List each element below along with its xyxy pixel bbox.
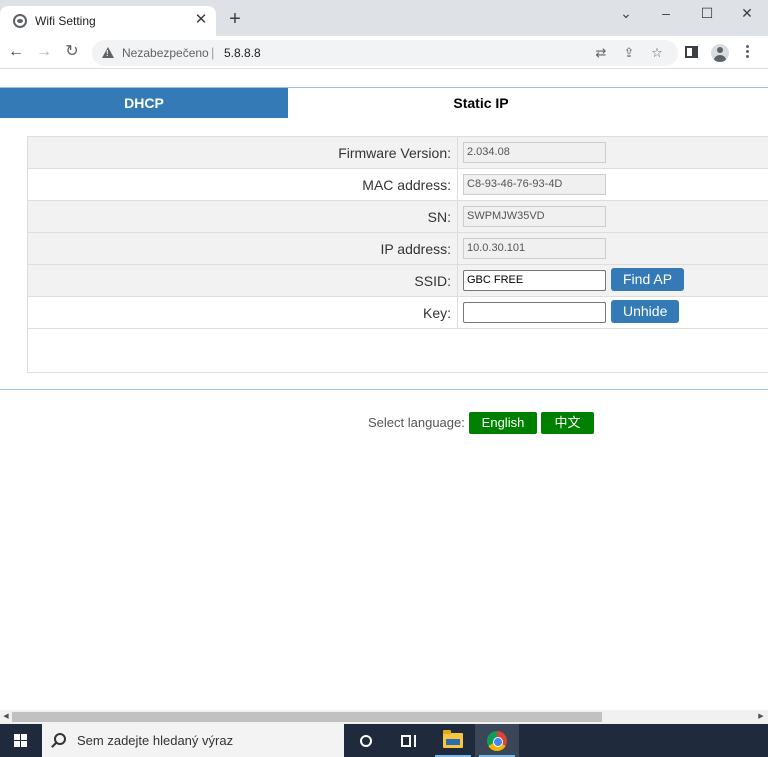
search-placeholder: Sem zadejte hledaný výraz: [77, 733, 234, 748]
url-separator: |: [211, 45, 215, 60]
side-panel-icon[interactable]: [685, 46, 698, 58]
tab-search-icon[interactable]: ⌄: [606, 0, 646, 28]
tab-dhcp[interactable]: DHCP: [0, 88, 288, 118]
task-view-button[interactable]: [387, 724, 431, 757]
browser-toolbar: ← → ↻ Nezabezpečeno | 5.8.8.8 ⇄ ⇪ ☆: [0, 36, 768, 69]
scroll-left-icon[interactable]: ◀: [0, 711, 12, 723]
address-bar[interactable]: Nezabezpečeno | 5.8.8.8 ⇄ ⇪ ☆: [92, 40, 678, 66]
tab-close-icon[interactable]: ✕: [193, 11, 209, 29]
cortana-button[interactable]: [344, 724, 388, 757]
security-status[interactable]: Nezabezpečeno: [122, 46, 209, 60]
row-mac-address: MAC address: C8-93-46-76-93-4D: [28, 169, 768, 201]
key-label: Key:: [28, 297, 458, 329]
folder-icon: [443, 730, 463, 748]
close-window-button[interactable]: ✕: [727, 0, 767, 28]
sn-label: SN:: [28, 201, 458, 233]
browser-tabstrip: Wifi Setting ✕ + ⌄ – ☐ ✕: [0, 0, 768, 36]
share-icon[interactable]: ⇪: [620, 44, 638, 62]
language-label: Select language:: [368, 415, 465, 430]
new-tab-button[interactable]: +: [225, 9, 245, 29]
row-ip-address: IP address: 10.0.30.101: [28, 233, 768, 265]
ssid-label: SSID:: [28, 265, 458, 297]
mac-label: MAC address:: [28, 169, 458, 201]
chrome-icon: [487, 731, 507, 751]
bottom-divider: [0, 389, 768, 390]
forward-arrow-icon[interactable]: →: [33, 41, 55, 63]
scrollbar-thumb[interactable]: [12, 712, 602, 722]
row-key: Key: Unhide: [28, 297, 768, 329]
search-icon: [54, 733, 66, 745]
profile-avatar-icon[interactable]: [711, 44, 729, 62]
row-sn: SN: SWPMJW35VD: [28, 201, 768, 233]
sn-field: SWPMJW35VD: [463, 206, 606, 227]
horizontal-scrollbar[interactable]: ◀ ▶: [0, 710, 768, 724]
key-input[interactable]: [463, 302, 606, 323]
start-button[interactable]: [0, 724, 42, 757]
english-button[interactable]: English: [469, 412, 537, 434]
chrome-taskbar-button[interactable]: [475, 724, 519, 757]
translate-icon[interactable]: ⇄: [592, 44, 610, 62]
windows-taskbar: Sem zadejte hledaný výraz: [0, 724, 768, 757]
cortana-icon: [360, 735, 372, 747]
unhide-button[interactable]: Unhide: [611, 300, 680, 323]
ssid-input[interactable]: GBC FREE: [463, 270, 606, 291]
task-view-icon: [401, 735, 417, 747]
file-explorer-button[interactable]: [431, 724, 475, 757]
back-arrow-icon[interactable]: ←: [5, 41, 27, 63]
globe-icon: [13, 14, 27, 28]
row-ssid: SSID: GBC FREE Find AP: [28, 265, 768, 297]
firmware-field: 2.034.08: [463, 142, 606, 163]
row-firmware-version: Firmware Version: 2.034.08: [28, 137, 768, 169]
chinese-button[interactable]: 中文: [541, 412, 594, 434]
mac-field: C8-93-46-76-93-4D: [463, 174, 606, 195]
browser-tab[interactable]: Wifi Setting ✕: [0, 6, 216, 36]
scroll-right-icon[interactable]: ▶: [755, 711, 767, 723]
page-content: DHCP Static IP Firmware Version: 2.034.0…: [0, 70, 768, 710]
firmware-label: Firmware Version:: [28, 137, 458, 169]
ip-label: IP address:: [28, 233, 458, 265]
find-ap-button[interactable]: Find AP: [611, 268, 685, 291]
maximize-button[interactable]: ☐: [687, 0, 727, 28]
screen: Wifi Setting ✕ + ⌄ – ☐ ✕ ← → ↻ Nezabezpe…: [0, 0, 768, 757]
menu-dots-icon[interactable]: [746, 45, 750, 61]
ip-field: 10.0.30.101: [463, 238, 606, 259]
tab-static-ip[interactable]: Static IP: [288, 88, 674, 118]
url-text[interactable]: 5.8.8.8: [224, 46, 261, 60]
warning-icon[interactable]: [102, 47, 114, 58]
star-icon[interactable]: ☆: [648, 44, 666, 62]
taskbar-search[interactable]: Sem zadejte hledaný výraz: [42, 724, 344, 757]
tab-title: Wifi Setting: [35, 14, 96, 28]
windows-logo-icon: [14, 734, 28, 748]
reload-icon[interactable]: ↻: [61, 41, 83, 63]
minimize-button[interactable]: –: [646, 0, 686, 28]
settings-form: Firmware Version: 2.034.08 MAC address: …: [27, 136, 768, 373]
